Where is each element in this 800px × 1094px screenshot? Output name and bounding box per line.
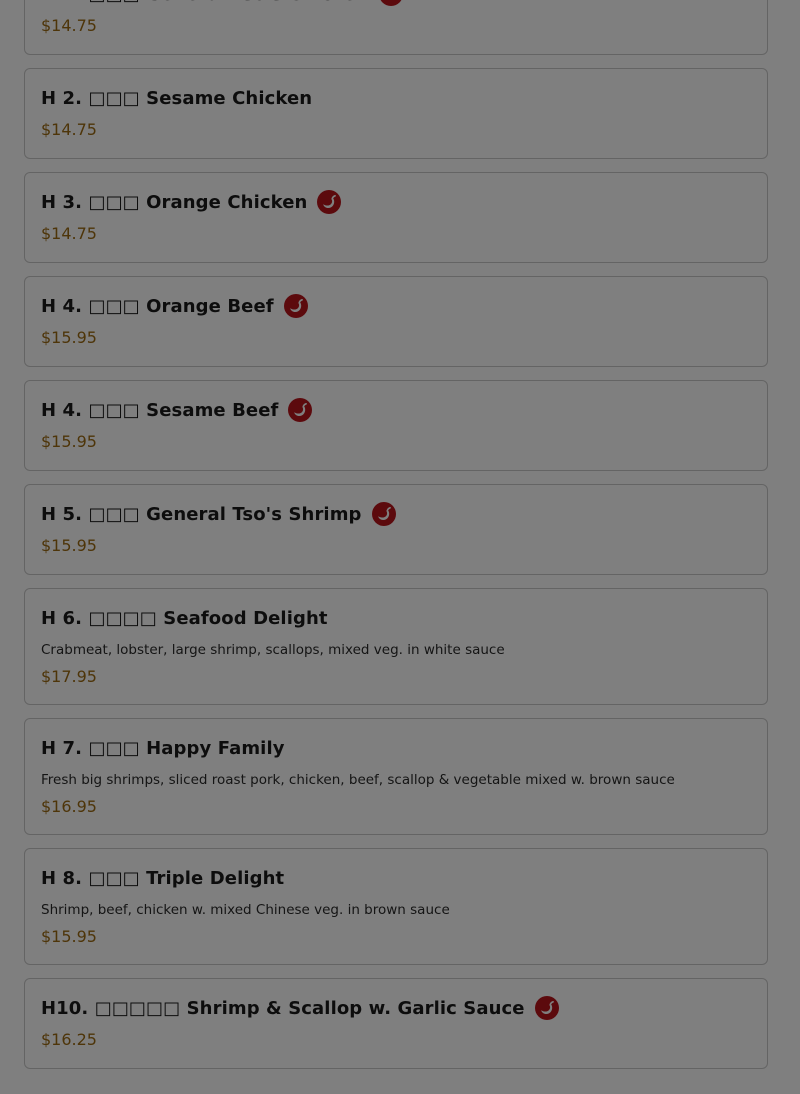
menu-item-title: H 8. □□□ Triple Delight [41,867,285,889]
menu-item-card[interactable]: H 6. □□□□ Seafood Delight Crabmeat, lobs… [24,588,768,705]
menu-item-title: H10. □□□□□ Shrimp & Scallop w. Garlic Sa… [41,997,525,1019]
menu-item-price: $16.95 [41,797,97,816]
chili-pepper-icon [379,0,403,6]
menu-item-title-row: H 6. □□□□ Seafood Delight [41,601,751,635]
menu-item-title: H 1. □□□ General Tso's Chicken [41,0,369,5]
menu-item-card[interactable]: H 5. □□□ General Tso's Shrimp $15.95 [24,484,768,575]
menu-item-description: Crabmeat, lobster, large shrimp, scallop… [41,642,505,658]
menu-item-card[interactable]: H 4. □□□ Orange Beef $15.95 [24,276,768,367]
menu-item-title-row: H 2. □□□ Sesame Chicken [41,81,751,115]
menu-item-price: $14.75 [41,120,97,139]
menu-item-price: $15.95 [41,432,97,451]
menu-item-title-row: H 4. □□□ Sesame Beef [41,393,751,427]
menu-item-title: H 4. □□□ Orange Beef [41,295,274,317]
menu-item-title: H 5. □□□ General Tso's Shrimp [41,503,362,525]
menu-item-title: H 2. □□□ Sesame Chicken [41,87,313,109]
menu-item-description: Shrimp, beef, chicken w. mixed Chinese v… [41,902,450,918]
menu-item-price: $15.95 [41,536,97,555]
menu-item-title: H 4. □□□ Sesame Beef [41,399,279,421]
menu-item-description: Fresh big shrimps, sliced roast pork, ch… [41,772,675,788]
menu-item-title-row: H10. □□□□□ Shrimp & Scallop w. Garlic Sa… [41,991,751,1025]
chili-pepper-icon [317,190,342,214]
menu-item-price: $15.95 [41,328,97,347]
menu-item-card[interactable]: H 3. □□□ Orange Chicken $14.75 [24,172,768,263]
menu-item-title: H 7. □□□ Happy Family [41,737,285,759]
menu-item-card[interactable]: H 7. □□□ Happy Family Fresh big shrimps,… [24,718,768,835]
chili-pepper-icon [534,996,559,1020]
menu-item-title-row: H 3. □□□ Orange Chicken [41,185,751,219]
menu-item-title-row: H 1. □□□ General Tso's Chicken [41,0,751,11]
menu-item-title-row: H 8. □□□ Triple Delight [41,861,751,895]
menu-item-card[interactable]: H 2. □□□ Sesame Chicken $14.75 [24,68,768,159]
menu-item-title: H 6. □□□□ Seafood Delight [41,607,328,629]
menu-item-title-row: H 4. □□□ Orange Beef [41,289,751,323]
chili-pepper-icon [288,398,313,422]
menu-item-card[interactable]: H 1. □□□ General Tso's Chicken $14.75 [24,0,768,55]
menu-item-title-row: H 5. □□□ General Tso's Shrimp [41,497,751,531]
menu-page: H 1. □□□ General Tso's Chicken $14.75 H … [0,0,800,1094]
menu-item-price: $14.75 [41,16,97,35]
menu-item-card[interactable]: H 8. □□□ Triple Delight Shrimp, beef, ch… [24,848,768,965]
chili-pepper-icon [371,502,396,526]
menu-item-title: H 3. □□□ Orange Chicken [41,191,308,213]
menu-item-price: $15.95 [41,927,97,946]
menu-item-price: $16.25 [41,1030,97,1049]
menu-item-list: H 1. □□□ General Tso's Chicken $14.75 H … [24,0,768,1082]
chili-pepper-icon [283,294,308,318]
menu-item-title-row: H 7. □□□ Happy Family [41,731,751,765]
menu-item-price: $17.95 [41,667,97,686]
menu-item-price: $14.75 [41,224,97,243]
menu-item-card[interactable]: H 4. □□□ Sesame Beef $15.95 [24,380,768,471]
menu-item-card[interactable]: H10. □□□□□ Shrimp & Scallop w. Garlic Sa… [24,978,768,1069]
